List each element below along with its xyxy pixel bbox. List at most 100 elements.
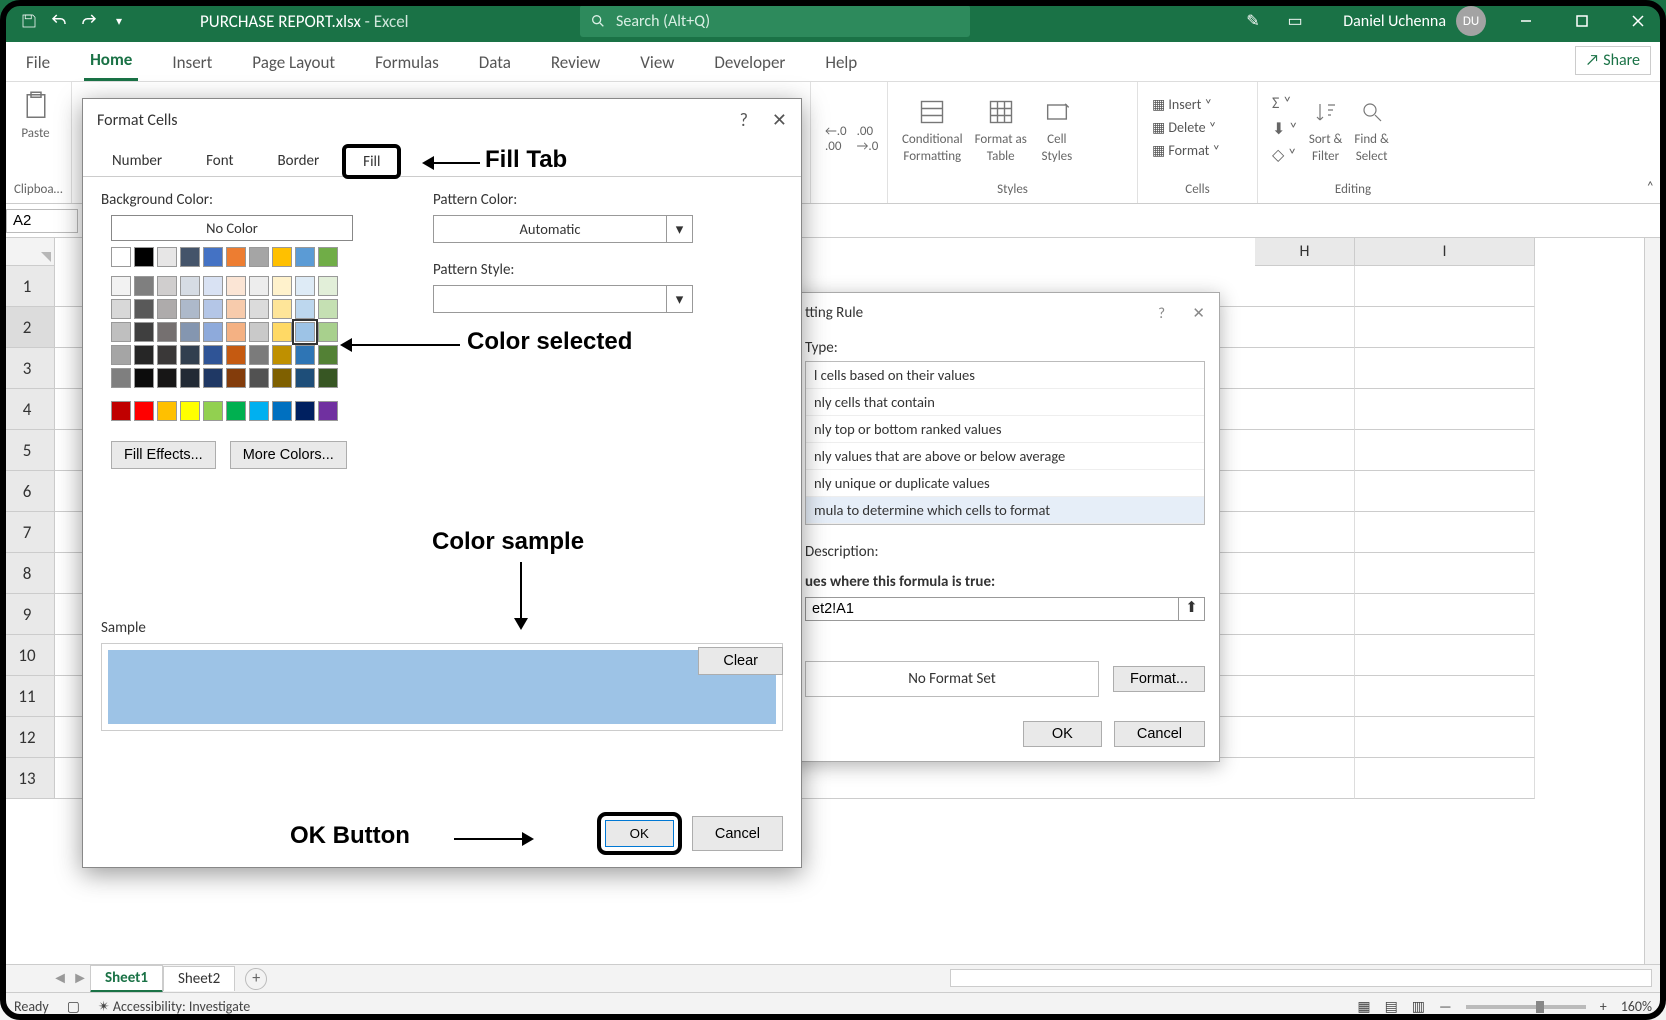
color-swatch[interactable]	[180, 345, 200, 365]
row-header[interactable]: 6	[0, 471, 55, 512]
rule-option[interactable]: nly cells that contain	[806, 389, 1204, 416]
cell[interactable]	[1355, 348, 1535, 389]
color-swatch[interactable]	[226, 401, 246, 421]
color-swatch[interactable]	[318, 401, 338, 421]
horizontal-scrollbar[interactable]	[950, 969, 1652, 987]
color-swatch[interactable]	[180, 368, 200, 388]
cell[interactable]	[1355, 430, 1535, 471]
tab-home[interactable]: Home	[84, 43, 138, 81]
maximize-button[interactable]	[1554, 0, 1610, 42]
sort-filter-button[interactable]: Sort & Filter	[1308, 94, 1344, 165]
tab-review[interactable]: Review	[545, 46, 606, 81]
cell-styles-button[interactable]: Cell Styles	[1039, 94, 1075, 164]
decrease-decimal-icon[interactable]: ←.0.00	[825, 124, 847, 154]
tab-view[interactable]: View	[634, 46, 680, 81]
row-header[interactable]: 5	[0, 430, 55, 471]
user-area[interactable]: Daniel Uchenna DU	[1343, 6, 1486, 36]
cell[interactable]	[1255, 594, 1355, 635]
tab-data[interactable]: Data	[473, 46, 517, 81]
undo-icon[interactable]	[48, 10, 70, 32]
pattern-color-combo[interactable]: Automatic ▾	[433, 215, 693, 243]
help-icon[interactable]: ?	[1158, 305, 1165, 323]
cell[interactable]	[1355, 676, 1535, 717]
color-swatch[interactable]	[111, 322, 131, 342]
fmt-tab-font[interactable]: Font	[187, 145, 252, 176]
close-icon[interactable]: ✕	[1192, 305, 1205, 323]
coming-soon-icon[interactable]: ✎	[1242, 10, 1264, 32]
row-header[interactable]: 1	[0, 266, 55, 307]
cell[interactable]	[1255, 307, 1355, 348]
color-swatch[interactable]	[180, 247, 200, 267]
tab-developer[interactable]: Developer	[708, 46, 791, 81]
color-swatch[interactable]	[226, 345, 246, 365]
cell[interactable]	[1355, 307, 1535, 348]
sheet-nav-next[interactable]: ►	[70, 969, 90, 988]
vertical-scrollbar[interactable]	[1644, 238, 1666, 964]
row-header[interactable]: 13	[0, 758, 55, 799]
color-swatch[interactable]	[203, 276, 223, 296]
color-swatch[interactable]	[157, 276, 177, 296]
increase-decimal-icon[interactable]: .00→.0	[857, 124, 879, 154]
cell[interactable]	[1255, 717, 1355, 758]
color-swatch[interactable]	[180, 299, 200, 319]
color-swatch[interactable]	[180, 322, 200, 342]
tab-insert[interactable]: Insert	[166, 46, 218, 81]
no-color-button[interactable]: No Color	[111, 215, 353, 241]
more-colors-button[interactable]: More Colors...	[230, 441, 347, 469]
ok-button[interactable]: OK	[605, 820, 674, 847]
cell[interactable]	[1355, 717, 1535, 758]
cell[interactable]	[1255, 635, 1355, 676]
color-swatch[interactable]	[134, 247, 154, 267]
cell[interactable]	[1355, 266, 1535, 307]
chevron-down-icon[interactable]: ▾	[667, 215, 693, 243]
share-button[interactable]: ↗ Share	[1575, 46, 1651, 75]
cell[interactable]	[1255, 676, 1355, 717]
row-header[interactable]: 10	[0, 635, 55, 676]
rule-option[interactable]: nly unique or duplicate values	[806, 470, 1204, 497]
range-select-icon[interactable]: ⬆	[1179, 597, 1205, 621]
zoom-out-button[interactable]: —	[1439, 998, 1452, 1015]
cell[interactable]	[1255, 553, 1355, 594]
color-swatch[interactable]	[134, 368, 154, 388]
color-swatch[interactable]	[203, 368, 223, 388]
zoom-in-button[interactable]: +	[1600, 998, 1607, 1015]
cell[interactable]	[1355, 594, 1535, 635]
close-button[interactable]	[1610, 0, 1666, 42]
color-swatch[interactable]	[226, 247, 246, 267]
color-swatch[interactable]	[249, 322, 269, 342]
color-swatch[interactable]	[249, 276, 269, 296]
cell[interactable]	[1355, 512, 1535, 553]
cancel-button[interactable]: Cancel	[692, 816, 783, 851]
color-swatch[interactable]	[295, 368, 315, 388]
color-swatch[interactable]	[249, 345, 269, 365]
rule-option[interactable]: nly values that are above or below avera…	[806, 443, 1204, 470]
row-header[interactable]: 12	[0, 717, 55, 758]
row-header[interactable]: 11	[0, 676, 55, 717]
cell[interactable]	[1255, 348, 1355, 389]
color-swatch[interactable]	[272, 368, 292, 388]
color-swatch[interactable]	[295, 299, 315, 319]
color-swatch[interactable]	[134, 299, 154, 319]
autosum-icon[interactable]: Σ ˅	[1272, 94, 1298, 113]
color-swatch[interactable]	[295, 322, 315, 342]
color-swatch[interactable]	[295, 247, 315, 267]
fill-icon[interactable]: ⬇ ˅	[1272, 119, 1298, 139]
format-as-table-button[interactable]: Format as Table	[975, 94, 1027, 164]
zoom-slider[interactable]	[1466, 1005, 1586, 1009]
find-select-button[interactable]: Find & Select	[1354, 94, 1390, 165]
color-swatch[interactable]	[249, 299, 269, 319]
color-swatch[interactable]	[111, 401, 131, 421]
color-swatch[interactable]	[295, 345, 315, 365]
clear-button[interactable]: Clear	[698, 647, 783, 675]
sheet-tab-active[interactable]: Sheet1	[90, 965, 163, 993]
row-header[interactable]: 4	[0, 389, 55, 430]
cell[interactable]	[1355, 635, 1535, 676]
chevron-down-icon[interactable]: ▾	[667, 285, 693, 313]
color-swatch[interactable]	[272, 345, 292, 365]
color-swatch[interactable]	[318, 368, 338, 388]
row-header[interactable]: 2	[0, 307, 55, 348]
color-swatch[interactable]	[111, 299, 131, 319]
color-swatch[interactable]	[318, 299, 338, 319]
color-swatch[interactable]	[134, 401, 154, 421]
color-swatch[interactable]	[180, 401, 200, 421]
